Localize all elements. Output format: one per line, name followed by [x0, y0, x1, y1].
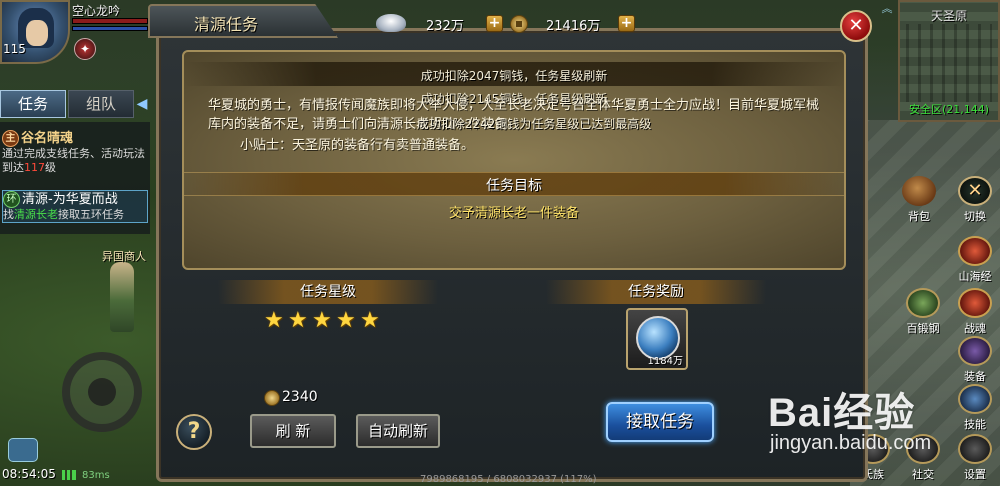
quest-description-panel: 成功扣除2047铜钱，任务星级刷新 成功扣除2145铜钱，任务星级刷新 华夏城的…	[182, 50, 846, 270]
task-title-text: 清源-为华夏而战	[22, 192, 118, 207]
armor-icon	[958, 336, 992, 366]
war-soul-label: 战魂	[964, 322, 986, 335]
camera-icon[interactable]	[8, 438, 38, 462]
minimap-terrain	[906, 24, 992, 102]
star-rating-heading: 任务星级	[218, 280, 438, 304]
refresh-button[interactable]: 刷 新	[250, 414, 336, 448]
star-icon: ★	[360, 308, 380, 333]
ping: 83ms	[82, 470, 110, 481]
goal-text: 交予清源长老一件装备	[448, 206, 579, 221]
mp-bar	[72, 26, 148, 31]
system-notice: 成功扣除2047铜钱，任务星级刷新	[420, 69, 608, 83]
scroll-icon	[958, 236, 992, 266]
task-title: 环清源-为华夏而战	[3, 191, 147, 208]
anvil-icon	[906, 288, 940, 318]
buff-icon[interactable]: ✦	[74, 38, 96, 60]
clock: 08:54:05	[2, 467, 56, 481]
task-desc-text: 找	[3, 208, 14, 221]
switch-button[interactable]: ✕ 切换	[952, 176, 998, 224]
dialog-title: 清源任务	[194, 15, 259, 34]
star-icon: ★	[312, 308, 332, 333]
ingot-icon	[376, 14, 406, 32]
loop-task-badge: 环	[3, 191, 20, 208]
copper-amount: 21416万	[546, 19, 601, 34]
minimap[interactable]: 天圣原 安全区(21,144)	[898, 0, 1000, 122]
close-icon: ✕	[848, 15, 864, 36]
close-button[interactable]: ✕	[840, 10, 872, 42]
watermark-logo: Bai经验	[768, 391, 916, 435]
task-desc: 通过完成支线任务、活动玩法到达117级	[2, 147, 148, 175]
virtual-joystick[interactable]	[62, 352, 142, 432]
task-desc: 找清源长老接取五环任务	[3, 208, 147, 222]
help-button[interactable]: ?	[176, 414, 212, 450]
npc-label: 异国商人	[102, 250, 146, 263]
baidu-watermark: Bai经验 jingyan.baidu.com	[768, 380, 968, 470]
star-icon: ★	[264, 308, 284, 333]
tab-team[interactable]: 组队	[68, 90, 134, 118]
exp-info: 7989868195 / 6808032937 (117%)	[420, 474, 597, 485]
tab-task[interactable]: 任务	[0, 90, 66, 118]
currency-bar: 232万 + 21416万 +	[360, 10, 640, 36]
task-title: 主谷名晴魂	[2, 130, 148, 147]
watermark-url: jingyan.baidu.com	[770, 432, 932, 454]
reward-heading: 任务奖励	[546, 280, 766, 304]
add-ingot-button[interactable]: +	[486, 15, 503, 32]
star-rating: ★ ★ ★ ★ ★	[264, 310, 394, 334]
refresh-cost: 2340	[282, 389, 318, 405]
map-name: 天圣原	[930, 9, 967, 23]
equipment-button[interactable]: 装备	[952, 336, 998, 384]
reward-item-slot[interactable]: 1184万	[626, 308, 688, 370]
chevron-up-icon[interactable]: ︽	[878, 0, 896, 20]
task-desc-suffix: 接取五环任务	[58, 208, 124, 221]
star-icon: ★	[288, 308, 308, 333]
task-title-text: 谷名晴魂	[21, 131, 74, 146]
bag-label: 背包	[908, 210, 930, 223]
avatar-face	[26, 20, 48, 46]
task-tabs: 任务 组队 ◀	[0, 90, 150, 118]
bag-button[interactable]: 背包	[896, 176, 942, 224]
task-desc-npc[interactable]: 清源长老	[14, 208, 58, 221]
safe-zone-coords: 安全区(21,144)	[908, 103, 990, 116]
question-icon: ?	[187, 419, 201, 444]
auto-refresh-button[interactable]: 自动刷新	[356, 414, 440, 448]
accept-quest-button[interactable]: 接取任务	[606, 402, 714, 442]
star-icon: ★	[336, 308, 356, 333]
close-x-icon: ✕	[958, 176, 992, 206]
npc-merchant[interactable]	[110, 262, 134, 332]
ingot-amount: 232万	[426, 19, 464, 34]
war-soul-button[interactable]: 战魂	[952, 288, 998, 336]
task-item-loop[interactable]: 环清源-为华夏而战 找清源长老接取五环任务	[2, 190, 148, 223]
player-name: 空心龙吟	[72, 4, 121, 18]
task-item-main[interactable]: 主谷名晴魂 通过完成支线任务、活动玩法到达117级	[2, 130, 148, 175]
shanhaijing-button[interactable]: 山海经	[952, 236, 998, 284]
shanhaijing-label: 山海经	[958, 270, 992, 283]
soul-icon	[958, 288, 992, 318]
copper-coin-icon	[264, 390, 280, 406]
task-list: 主谷名晴魂 通过完成支线任务、活动玩法到达117级 环清源-为华夏而战 找清源长…	[0, 122, 150, 234]
system-notice: 成功扣除2242铜钱为任务星级已达到最高级	[416, 117, 652, 131]
switch-label: 切换	[964, 210, 986, 223]
add-copper-button[interactable]: +	[618, 15, 635, 32]
bag-icon	[902, 176, 936, 206]
goal-heading: 任务目标	[486, 178, 542, 194]
task-desc-level: 117	[24, 161, 45, 174]
hp-bar	[72, 18, 148, 24]
copper-coin-icon	[510, 15, 528, 33]
player-frame[interactable]: 115 空心龙吟 ✦	[0, 0, 155, 70]
quest-dialog: 清源任务 ✕ 成功扣除2047铜钱，任务星级刷新 成功扣除2145铜钱，任务星级…	[148, 0, 876, 486]
main-task-badge: 主	[2, 130, 19, 147]
quest-tip: 小贴士：天圣原的装备行有卖普通装备。	[240, 138, 475, 153]
forge-label: 百锻钢	[906, 322, 940, 335]
forge-button[interactable]: 百锻钢	[900, 288, 946, 336]
reward-count: 1184万	[647, 356, 683, 367]
player-level: 115	[3, 42, 26, 56]
signal-icon	[62, 470, 76, 480]
task-desc-suffix: 级	[45, 161, 56, 174]
